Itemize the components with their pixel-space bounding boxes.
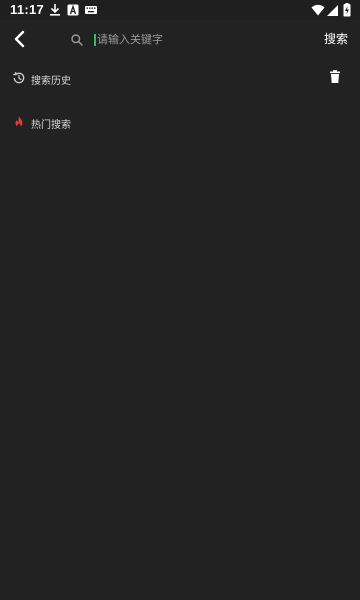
hot-search-title: 热门搜索 (31, 120, 71, 131)
search-toolbar: 搜索 (0, 20, 360, 58)
history-icon (12, 71, 26, 85)
search-button[interactable]: 搜索 (324, 30, 348, 47)
battery-charging-icon (340, 3, 354, 17)
hot-search-header: 热门搜索 (0, 111, 360, 135)
wifi-icon (311, 3, 325, 17)
search-box (64, 26, 304, 52)
font-a-icon (66, 3, 80, 17)
status-time: 11:17 (10, 2, 45, 17)
text-cursor (94, 34, 96, 46)
search-history-title: 搜索历史 (31, 76, 71, 87)
search-input[interactable] (94, 29, 299, 49)
fire-icon (12, 115, 26, 129)
back-button[interactable] (8, 27, 36, 51)
search-history-header: 搜索历史 (0, 67, 360, 91)
cellular-signal-icon (325, 3, 339, 17)
chevron-left-icon (14, 30, 25, 48)
search-icon (70, 32, 84, 46)
download-icon (48, 3, 62, 17)
clear-history-button[interactable] (327, 69, 343, 85)
keyboard-icon (84, 3, 98, 17)
status-bar: 11:17 (0, 0, 360, 20)
trash-icon (330, 70, 340, 83)
